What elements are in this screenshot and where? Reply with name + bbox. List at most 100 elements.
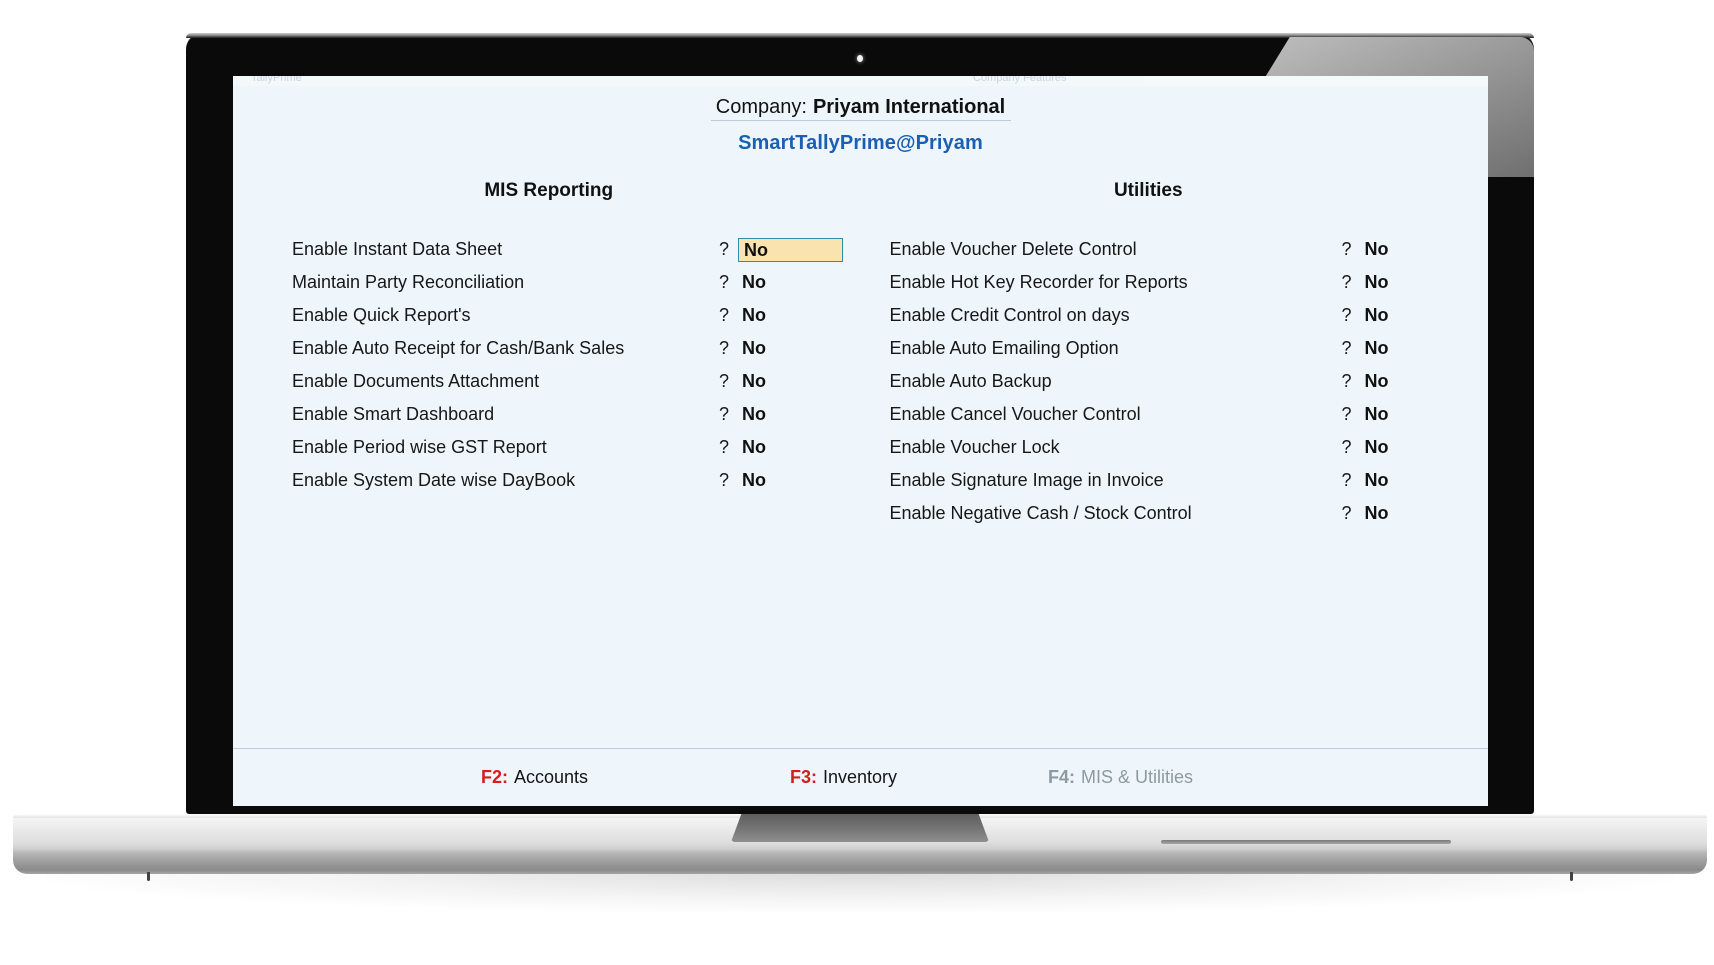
option-value-field[interactable]: No — [729, 437, 814, 458]
option-label: Enable Auto Backup — [889, 371, 1052, 391]
trackpad-notch — [731, 814, 989, 842]
option-value-field[interactable]: No — [1352, 437, 1437, 458]
option-help-prompt[interactable]: ? — [707, 470, 729, 491]
laptop-screen-bezel: TallyPrime Company Features Company: Priy… — [186, 33, 1534, 814]
option-label: Enable Period wise GST Report — [292, 437, 547, 457]
option-help-prompt[interactable]: ? — [707, 272, 729, 293]
option-help-prompt[interactable]: ? — [707, 338, 729, 359]
option-value-field[interactable]: No — [1352, 503, 1437, 524]
option-value-field[interactable]: No — [729, 404, 814, 425]
option-value-field[interactable]: No — [729, 470, 814, 491]
option-help-prompt[interactable]: ? — [707, 305, 729, 326]
option-value-field[interactable]: No — [729, 305, 814, 326]
option-row[interactable]: Enable Quick Report's? No — [257, 299, 861, 332]
option-label: Enable Cancel Voucher Control — [889, 404, 1141, 424]
option-label: Enable Voucher Lock — [889, 437, 1060, 457]
titlebar-right-ghost-text: Company Features — [973, 76, 1067, 84]
laptop-base — [13, 814, 1707, 881]
utilities-heading: Utilities — [1113, 180, 1183, 201]
option-help-prompt[interactable]: ? — [1330, 503, 1351, 524]
option-row[interactable]: Enable Hot Key Recorder for Reports? No — [861, 266, 1465, 299]
option-label: Enable Negative Cash / Stock Control — [889, 503, 1192, 523]
function-key-code: F2: — [481, 767, 508, 787]
option-row[interactable]: Enable Signature Image in Invoice? No — [861, 464, 1465, 497]
function-key-f2[interactable]: F2: Accounts — [481, 767, 588, 788]
clipped-window-titlebar: TallyPrime Company Features — [233, 76, 1488, 86]
mis-reporting-column: MIS Reporting Enable Instant Data Sheet?… — [257, 180, 861, 530]
utilities-option-list: Enable Voucher Delete Control? No Enable H… — [861, 233, 1465, 530]
option-row[interactable]: Enable Voucher Lock? No — [861, 431, 1465, 464]
option-value-field-selected[interactable]: No — [738, 237, 843, 262]
option-help-prompt[interactable]: ? — [1330, 404, 1351, 425]
option-row[interactable]: Enable Auto Backup? No — [861, 365, 1465, 398]
bezel-top-sheen — [186, 33, 1534, 38]
function-key-f3[interactable]: F3: Inventory — [790, 767, 897, 788]
mis-reporting-heading: MIS Reporting — [484, 180, 614, 201]
option-help-prompt[interactable]: ? — [1330, 305, 1351, 326]
option-label: Enable Quick Report's — [292, 305, 471, 325]
titlebar-left-ghost-text: TallyPrime — [251, 76, 302, 84]
function-key-label: Inventory — [823, 767, 898, 787]
option-row[interactable]: Enable System Date wise DayBook? No — [257, 464, 861, 497]
option-help-prompt[interactable]: ? — [1330, 338, 1351, 359]
option-value-field[interactable]: No — [1352, 470, 1437, 491]
option-row[interactable]: Enable Documents Attachment? No — [257, 365, 861, 398]
option-help-prompt[interactable]: ? — [1330, 437, 1351, 458]
option-row[interactable]: Enable Voucher Delete Control? No — [861, 233, 1465, 266]
option-label: Enable Instant Data Sheet — [292, 239, 503, 259]
option-label: Enable Credit Control on days — [889, 305, 1130, 325]
option-row[interactable]: Enable Auto Emailing Option? No — [861, 332, 1465, 365]
laptop-foot-right — [1570, 872, 1573, 881]
option-row[interactable]: Enable Instant Data Sheet? No — [257, 233, 861, 266]
option-value-field[interactable]: No — [1352, 404, 1437, 425]
company-name: Priyam International — [812, 96, 1006, 118]
option-row[interactable]: Enable Auto Receipt for Cash/Bank Sales?… — [257, 332, 861, 365]
option-value-field[interactable]: No — [1352, 272, 1437, 293]
option-row[interactable]: Enable Cancel Voucher Control? No — [861, 398, 1465, 431]
option-help-prompt[interactable]: ? — [707, 437, 729, 458]
option-label: Enable Smart Dashboard — [292, 404, 495, 424]
option-help-prompt[interactable]: ? — [707, 371, 729, 392]
option-label: Enable System Date wise DayBook — [292, 470, 576, 490]
option-row[interactable]: Maintain Party Reconciliation? No — [257, 266, 861, 299]
option-help-prompt[interactable]: ? — [707, 239, 729, 260]
option-help-prompt[interactable]: ? — [707, 404, 729, 425]
option-label: Enable Signature Image in Invoice — [889, 470, 1164, 490]
function-key-bar: F2: Accounts F3: Inventory F4: MIS & Utilitie… — [233, 748, 1488, 806]
option-help-prompt[interactable]: ? — [1330, 239, 1351, 260]
option-help-prompt[interactable]: ? — [1330, 371, 1351, 392]
option-value-field[interactable]: No — [1352, 338, 1437, 359]
option-row[interactable]: Enable Credit Control on days? No — [861, 299, 1465, 332]
option-row[interactable]: Enable Negative Cash / Stock Control? No — [861, 497, 1465, 530]
function-key-label: Accounts — [514, 767, 589, 787]
laptop-mockup: TallyPrime Company Features Company: Priy… — [0, 0, 1714, 965]
option-help-prompt[interactable]: ? — [1330, 470, 1351, 491]
laptop-foot-left — [147, 872, 150, 881]
mis-option-list: Enable Instant Data Sheet? No Maintain Par… — [257, 233, 861, 497]
function-key-label: MIS & Utilities — [1081, 767, 1194, 787]
option-value-field[interactable]: No — [1352, 305, 1437, 326]
option-row[interactable]: Enable Smart Dashboard? No — [257, 398, 861, 431]
option-value-field[interactable]: No — [729, 371, 814, 392]
option-label: Enable Auto Receipt for Cash/Bank Sales — [292, 338, 625, 358]
option-value-field[interactable]: No — [1352, 371, 1437, 392]
option-row[interactable]: Enable Period wise GST Report? No — [257, 431, 861, 464]
utilities-column: Utilities Enable Voucher Delete Control?… — [861, 180, 1465, 530]
option-label: Enable Auto Emailing Option — [889, 338, 1119, 358]
function-key-code: F4: — [1048, 767, 1075, 787]
option-value-field[interactable]: No — [729, 338, 814, 359]
option-value-field[interactable]: No — [729, 272, 814, 293]
option-value-field[interactable]: No — [1352, 239, 1437, 260]
option-help-prompt[interactable]: ? — [1330, 272, 1351, 293]
optical-drive-slot — [1161, 840, 1451, 844]
function-key-f4[interactable]: F4: MIS & Utilities — [1048, 767, 1193, 788]
tally-company-features-page: Company: Priyam International SmartTallyP… — [233, 86, 1488, 806]
company-underline — [710, 120, 1011, 121]
option-label: Enable Voucher Delete Control — [889, 239, 1137, 259]
company-label: Company: — [715, 96, 807, 118]
screen-viewport: TallyPrime Company Features Company: Priy… — [233, 76, 1488, 806]
webcam-icon — [857, 55, 863, 62]
function-key-code: F3: — [790, 767, 817, 787]
brand-title: SmartTallyPrime@Priyam — [738, 132, 983, 154]
laptop-drop-shadow — [46, 872, 1674, 912]
